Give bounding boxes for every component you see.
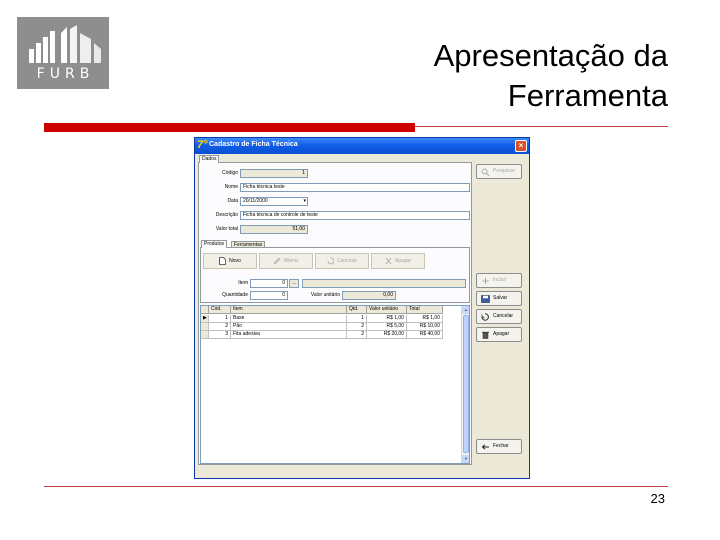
row-unit: R$ 1,00 <box>367 315 407 323</box>
item-lookup-button[interactable]: ... <box>289 279 299 288</box>
logo-text: FURB <box>36 66 95 82</box>
row-indicator-icon <box>201 331 209 339</box>
slide-title-line1: Apresentação da <box>433 38 668 73</box>
valor-total-label: Valor total <box>215 226 238 232</box>
fechar-button[interactable]: Fechar <box>476 439 522 454</box>
descricao-field[interactable]: Ficha técnica de controle de teste <box>240 211 470 220</box>
item-label: Item <box>238 280 248 286</box>
valor-total-field: 51,00 <box>240 225 308 234</box>
apagar-toolbar-button[interactable]: Apagar <box>371 253 425 269</box>
apagar-button[interactable]: Apagar <box>476 327 522 342</box>
codigo-label: Código <box>222 170 238 176</box>
fechar-label: Fechar <box>493 443 509 449</box>
app-icon: 7° <box>197 139 208 151</box>
window-title: Cadastro de Ficha Técnica <box>209 141 298 148</box>
undo-icon <box>327 257 335 265</box>
row-total: R$ 10,00 <box>407 323 443 331</box>
grid-header-item[interactable]: Item <box>231 306 347 314</box>
bottom-divider-line <box>44 486 668 487</box>
scroll-down-icon[interactable]: ▼ <box>462 455 469 463</box>
cancelar-label: Cancelar <box>493 313 514 319</box>
grid-header-total[interactable]: Total <box>407 306 443 314</box>
item-field[interactable]: 0 <box>250 279 288 288</box>
page-number: 23 <box>650 491 665 506</box>
window-titlebar[interactable]: 7° Cadastro de Ficha Técnica × <box>195 138 529 154</box>
valor-unitario-label: Valor unitário <box>310 292 340 298</box>
quantidade-field[interactable]: 0 <box>250 291 288 300</box>
row-unit: R$ 5,00 <box>367 323 407 331</box>
alterar-label: Alterar <box>283 258 299 264</box>
incluir-button[interactable]: Incluir <box>476 273 522 288</box>
save-icon <box>481 295 490 303</box>
alterar-button[interactable]: Alterar <box>259 253 313 269</box>
top-divider-line <box>415 126 668 127</box>
exit-arrow-icon <box>481 443 490 451</box>
pesquisar-label: Pesquisar <box>493 168 516 174</box>
apagar-label: Apagar <box>493 331 510 337</box>
row-indicator-icon: ▶ <box>201 315 209 323</box>
data-field[interactable]: 20/11/2000 ▾ <box>240 197 308 206</box>
delete-icon <box>385 257 392 265</box>
grid-header-valor-unitario[interactable]: Valor unitário <box>367 306 407 314</box>
row-cod: 2 <box>209 323 231 331</box>
pesquisar-button[interactable]: Pesquisar <box>476 164 522 179</box>
scroll-up-icon[interactable]: ▲ <box>462 306 469 314</box>
novo-label: Novo <box>229 258 241 264</box>
nome-label: Nome <box>224 184 238 190</box>
trash-icon <box>481 331 490 339</box>
edit-icon <box>273 257 281 265</box>
grid-header-cod[interactable]: Cód. <box>209 306 231 314</box>
close-button[interactable]: × <box>515 140 527 152</box>
data-field-value: 20/11/2000 <box>243 198 268 204</box>
cancelar-toolbar-button[interactable]: Cancelar <box>315 253 369 269</box>
search-icon <box>481 168 490 177</box>
item-description-field <box>302 279 466 288</box>
items-grid[interactable]: Cód. Item Qtd. Valor unitário Total ▶ 1 … <box>200 305 470 464</box>
data-label: Data <box>227 198 238 204</box>
descricao-label: Descrição <box>215 212 238 218</box>
cancelar-toolbar-label: Cancelar <box>336 258 357 264</box>
nome-field[interactable]: Ficha técnica teste <box>240 183 470 192</box>
grid-scrollbar[interactable]: ▲ ▼ <box>461 306 469 463</box>
row-indicator-icon <box>201 323 209 331</box>
row-total: R$ 1,00 <box>407 315 443 323</box>
salvar-label: Salvar <box>493 295 508 301</box>
tab-dados[interactable]: Dados <box>199 155 220 163</box>
codigo-field: 1 <box>240 169 308 178</box>
book-icon <box>29 25 101 63</box>
apagar-toolbar-label: Apagar <box>394 258 412 264</box>
row-cod: 3 <box>209 331 231 339</box>
grid-header-indicator <box>201 306 209 314</box>
red-divider-bar <box>44 123 415 132</box>
add-icon <box>481 277 490 285</box>
grid-header-qtd[interactable]: Qtd. <box>347 306 367 314</box>
furb-logo: FURB <box>17 17 109 89</box>
slide-title-line2: Ferramenta <box>507 78 668 113</box>
cancel-icon <box>481 313 490 321</box>
cancelar-button[interactable]: Cancelar <box>476 309 522 324</box>
new-document-icon <box>219 256 227 265</box>
quantidade-label: Quantidade <box>222 292 248 298</box>
calendar-dropdown-icon[interactable]: ▾ <box>303 198 306 205</box>
row-total: R$ 40,00 <box>407 331 443 339</box>
scroll-thumb[interactable] <box>463 315 469 453</box>
row-item: Fita adesiva <box>231 331 347 339</box>
slide-title: Apresentação da Ferramenta <box>434 36 668 116</box>
incluir-label: Incluir <box>493 277 507 283</box>
row-qtd: 2 <box>347 323 367 331</box>
valor-unitario-field: 0,00 <box>342 291 396 300</box>
row-item: Pão <box>231 323 347 331</box>
row-unit: R$ 20,00 <box>367 331 407 339</box>
row-qtd: 2 <box>347 331 367 339</box>
novo-button[interactable]: Novo <box>203 253 257 269</box>
salvar-button[interactable]: Salvar <box>476 291 522 306</box>
row-item: Base <box>231 315 347 323</box>
row-cod: 1 <box>209 315 231 323</box>
tab-produtos[interactable]: Produtos <box>201 240 228 248</box>
row-qtd: 1 <box>347 315 367 323</box>
